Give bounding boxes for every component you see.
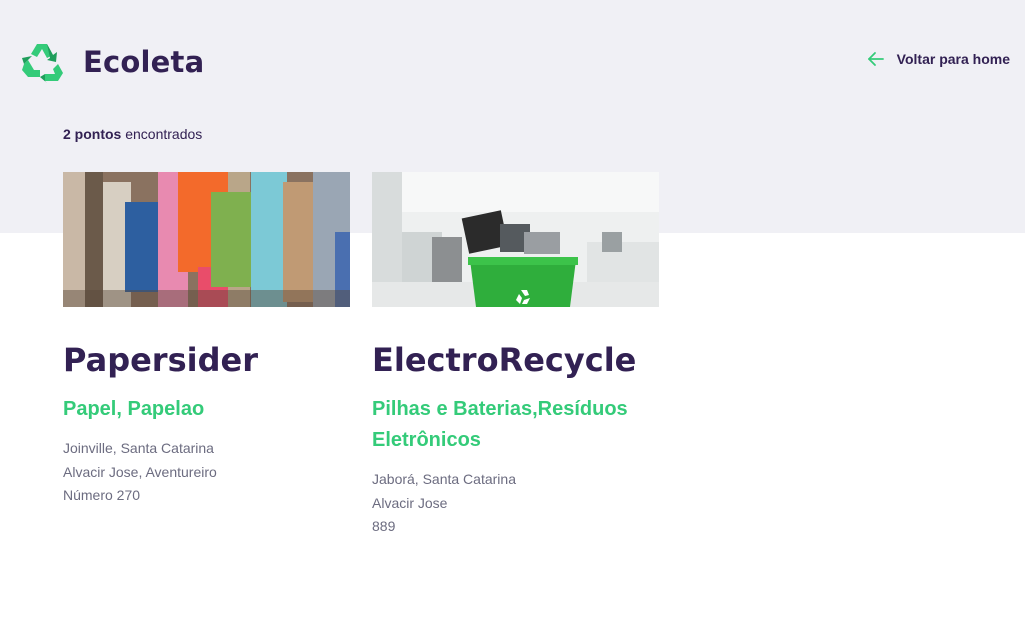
results-count-text: encontrados <box>121 126 203 142</box>
back-home-label: Voltar para home <box>896 51 1010 67</box>
results-count: 2 pontos encontrados <box>63 126 202 142</box>
logo: Ecoleta <box>20 40 204 84</box>
point-street: Alvacir Jose, Aventureiro <box>63 463 217 480</box>
point-items: Pilhas e Baterias,Resíduos Eletrônicos <box>372 398 628 451</box>
point-address: Jaborá, Santa Catarina Alvacir Jose 889 <box>372 468 659 539</box>
arrow-left-icon <box>867 52 884 66</box>
point-number: 889 <box>372 518 396 534</box>
point-card[interactable]: Papersider Papel, Papelao Joinville, San… <box>63 172 350 539</box>
point-city-state: Jaborá, Santa Catarina <box>372 471 516 487</box>
back-home-link[interactable]: Voltar para home <box>867 50 1010 68</box>
point-image-electronics <box>372 172 659 307</box>
point-street: Alvacir Jose <box>372 494 448 511</box>
point-items: Papel, Papelao <box>63 398 205 420</box>
point-city-state: Joinville, Santa Catarina <box>63 440 214 456</box>
point-name: Papersider <box>63 341 258 379</box>
app-name: Ecoleta <box>83 45 205 79</box>
results-count-number: 2 pontos <box>63 126 122 142</box>
points-list: Papersider Papel, Papelao Joinville, San… <box>63 172 659 539</box>
recycle-icon <box>22 44 63 83</box>
point-name: ElectroRecycle <box>372 341 637 379</box>
point-image-paper <box>63 172 350 307</box>
point-number: Número 270 <box>63 487 141 503</box>
point-address: Joinville, Santa Catarina Alvacir Jose, … <box>63 437 350 508</box>
point-card[interactable]: ElectroRecycle Pilhas e Baterias,Resíduo… <box>372 172 659 539</box>
page-header: Ecoleta Voltar para home <box>0 0 1025 124</box>
